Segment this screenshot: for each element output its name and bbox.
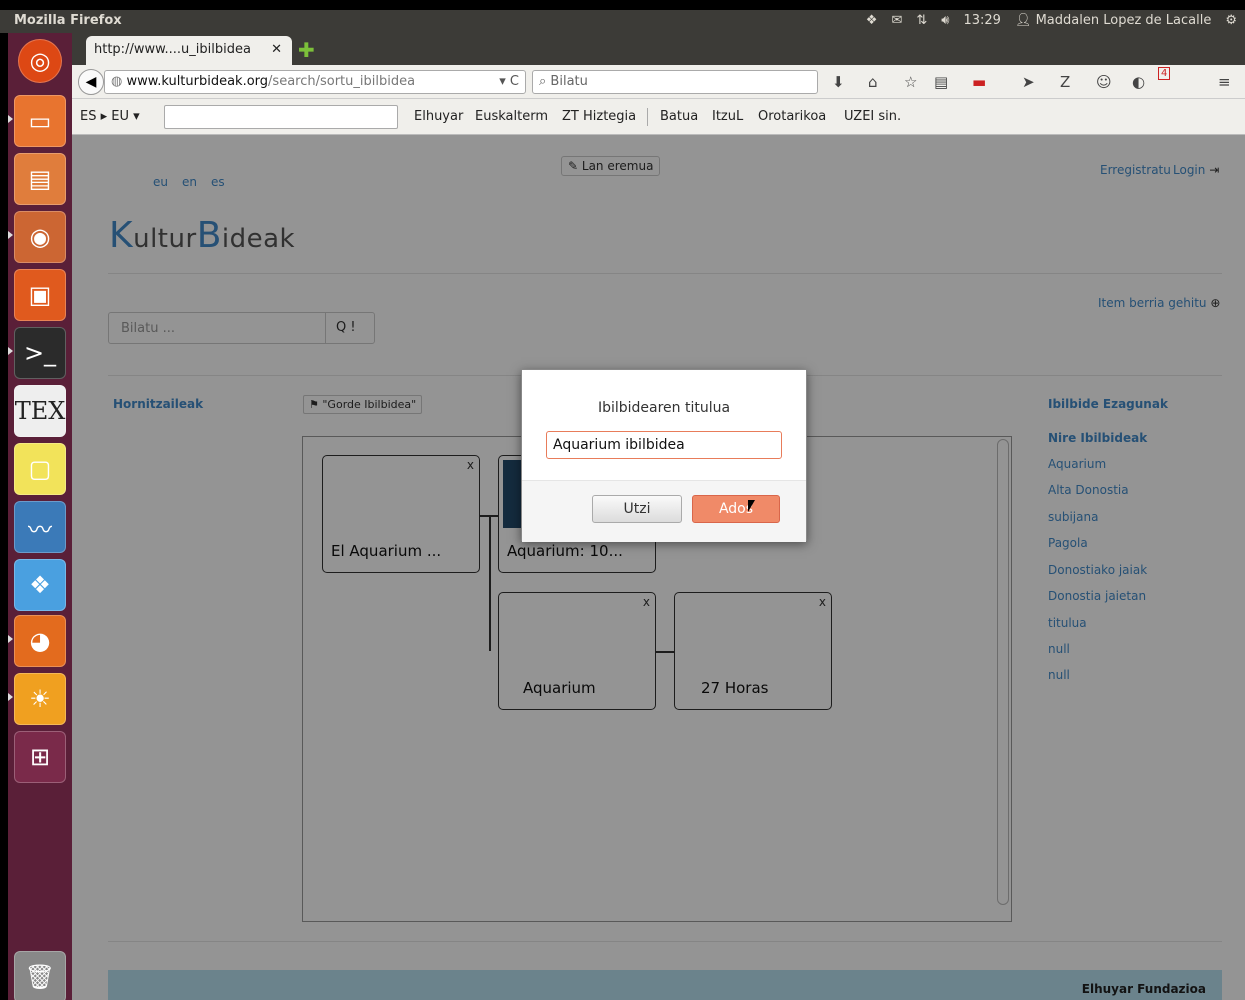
files-icon[interactable]: ▭ — [14, 95, 66, 147]
ubuntu-dash-icon[interactable]: ◎ — [18, 39, 62, 83]
user-icon: 👤︎ — [1014, 13, 1032, 28]
url-bar[interactable]: ◍ www.kulturbideak.org/search/sortu_ibil… — [104, 70, 526, 94]
running-pip — [8, 693, 13, 701]
reload-icon[interactable]: ▾ C — [499, 74, 519, 89]
sticky-notes-icon[interactable]: ▢ — [14, 443, 66, 495]
dialog-title: Ibilbidearen titulua — [597, 400, 731, 416]
browser-window: http://www....u_ibilbidea ✕ ✚ ◀ ◍ www.ku… — [72, 33, 1245, 1000]
dropbox-icon[interactable]: ❖ — [866, 13, 878, 28]
download-icon[interactable]: ⬇ — [832, 73, 845, 91]
close-tab-icon[interactable]: ✕ — [271, 42, 282, 57]
tab-title: http://www....u_ibilbidea — [94, 42, 251, 57]
dropbox-launcher-icon[interactable]: ❖ — [14, 559, 66, 611]
dictionary-input[interactable] — [164, 105, 398, 129]
dialog-footer: Utzi Ados — [522, 480, 806, 542]
bookmark-elhuyar[interactable]: Elhuyar — [414, 109, 463, 124]
running-pip — [8, 115, 13, 123]
tab-bar: http://www....u_ibilbidea ✕ ✚ — [72, 33, 1245, 65]
url-path: /search/sortu_ibilbidea — [268, 74, 416, 89]
zotero-icon[interactable]: Z — [1060, 73, 1070, 91]
workspace-switcher-icon[interactable]: ⊞ — [14, 731, 66, 783]
route-title-input[interactable] — [546, 431, 782, 459]
tex-icon[interactable]: TEX — [14, 385, 66, 437]
route-title-dialog: Ibilbidearen titulua Utzi Ados — [521, 369, 807, 542]
bookmark-batua[interactable]: Batua — [660, 109, 698, 124]
top-panel: Mozilla Firefox ❖ ✉ ⇅ 🔊︎ 13:29 👤︎ Maddal… — [0, 10, 1245, 33]
system-monitor-icon[interactable]: 〰 — [14, 501, 66, 553]
running-pip — [8, 635, 13, 643]
chevron-down-icon: ▾ — [133, 109, 140, 124]
clock[interactable]: 13:29 — [963, 13, 1000, 28]
gear-icon[interactable]: ⚙ — [1225, 13, 1237, 28]
panel-indicators: ❖ ✉ ⇅ 🔊︎ 13:29 👤︎ Maddalen Lopez de Laca… — [866, 13, 1237, 28]
launcher: ◎ ▭ ▤ ◉ ▣ >_ TEX ▢ 〰 ❖ ◕ ☀ ⊞ 🗑︎ — [8, 33, 72, 1000]
bookmarks-bar: ES ▸ EU ▾ Elhuyar Euskalterm ZT Hiztegia… — [72, 99, 1245, 135]
modal-backdrop[interactable] — [72, 135, 1245, 1000]
bookmark-star-icon[interactable]: ☆ — [904, 73, 917, 91]
chrome-icon[interactable]: ◉ — [14, 211, 66, 263]
search-bar[interactable]: ⌕ Bilatu — [532, 70, 818, 94]
back-arrow-icon: ◀ — [85, 74, 97, 90]
user-name: Maddalen Lopez de Lacalle — [1035, 13, 1212, 28]
software-center-icon[interactable]: ▣ — [14, 269, 66, 321]
bookmark-uzei[interactable]: UZEI sin. — [844, 109, 901, 124]
send-icon[interactable]: ➤ — [1022, 73, 1035, 91]
firefox-icon[interactable]: ◕ — [14, 615, 66, 667]
new-tab-icon[interactable]: ✚ — [298, 38, 315, 62]
bookmark-separator — [647, 108, 648, 126]
trash-icon[interactable]: 🗑︎ — [14, 951, 66, 1000]
web-page: eu en es ✎ Lan eremua Erregistratu Login… — [72, 135, 1245, 1000]
mouse-cursor-icon — [748, 500, 755, 512]
bookmark-itzul[interactable]: ItzuL — [712, 109, 743, 124]
bookmark-zt-hiztegia[interactable]: ZT Hiztegia — [562, 109, 636, 124]
impress-icon[interactable]: ▤ — [14, 153, 66, 205]
addon-icon[interactable]: ▬ — [972, 73, 986, 91]
running-pip — [8, 231, 13, 239]
home-icon[interactable]: ⌂ — [868, 73, 878, 91]
globe-icon: ◍ — [111, 74, 123, 89]
running-pip — [8, 347, 13, 355]
menu-icon[interactable]: ≡ — [1218, 73, 1231, 91]
back-button[interactable]: ◀ — [78, 69, 104, 95]
clipboard-icon[interactable]: ▤ — [934, 73, 948, 91]
settings-icon[interactable]: ☀ — [14, 673, 66, 725]
user-menu[interactable]: 👤︎ Maddalen Lopez de Lacalle — [1015, 13, 1211, 28]
cancel-button[interactable]: Utzi — [592, 495, 682, 523]
search-icon: ⌕ — [539, 74, 547, 89]
terminal-icon[interactable]: >_ — [14, 327, 66, 379]
url-host: www.kulturbideak.org — [126, 74, 269, 89]
nav-bar: ◀ ◍ www.kulturbideak.org/search/sortu_ib… — [72, 65, 1245, 99]
ok-button[interactable]: Ados — [692, 495, 780, 523]
network-icon[interactable]: ⇅ — [916, 13, 927, 28]
lang-selector-label: ES ▸ EU — [80, 109, 129, 124]
volume-icon[interactable]: 🔊︎ — [941, 13, 949, 28]
bookmark-euskalterm[interactable]: Euskalterm — [475, 109, 548, 124]
notification-badge[interactable]: 4 — [1158, 67, 1171, 80]
mail-icon[interactable]: ✉ — [891, 13, 902, 28]
extension-icon[interactable]: ◐ — [1132, 73, 1145, 91]
chat-icon[interactable]: ☺ — [1096, 73, 1112, 91]
window-title: Mozilla Firefox — [14, 13, 122, 28]
tab-active[interactable]: http://www....u_ibilbidea ✕ — [86, 36, 292, 65]
lang-selector[interactable]: ES ▸ EU ▾ — [80, 109, 140, 124]
bookmark-orotarikoa[interactable]: Orotarikoa — [758, 109, 826, 124]
search-placeholder: Bilatu — [550, 74, 588, 89]
